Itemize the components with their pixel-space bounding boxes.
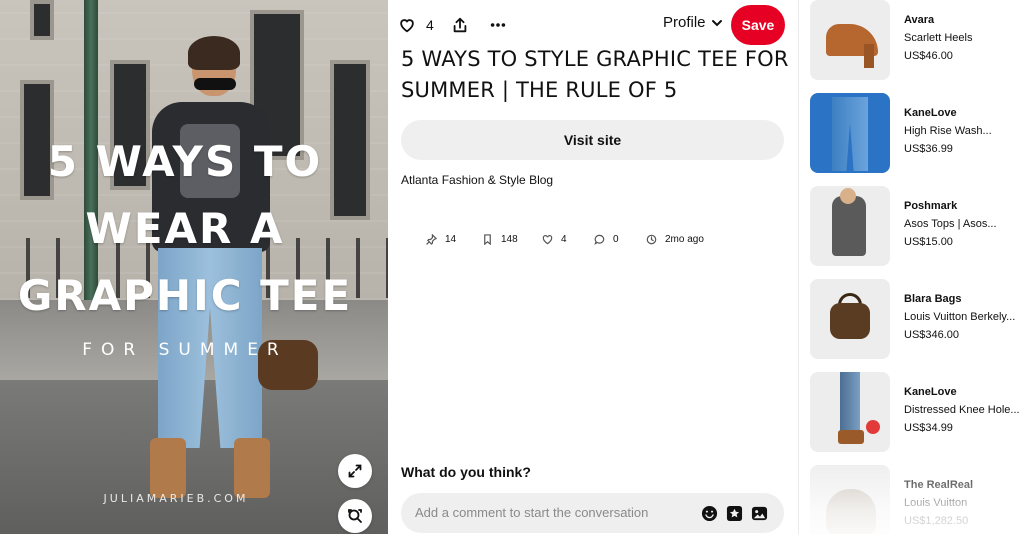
overlay-credit: JULIAMARIEB.COM (103, 492, 249, 505)
profile-label: Profile (663, 14, 706, 31)
share-icon (453, 17, 467, 33)
stat-comments-value: 0 (613, 234, 619, 245)
jeans-legs-shape (840, 372, 860, 434)
save-button[interactable]: Save (731, 5, 785, 45)
red-ball-shape (866, 420, 880, 434)
sunglasses (194, 78, 236, 90)
overlay-title-line: 5 WAYS TO (47, 137, 323, 186)
hobo-bag-shape (826, 489, 876, 534)
product-card[interactable]: KaneLove High Rise Wash... US$36.99 (808, 93, 1024, 175)
product-name: Louis Vuitton (904, 497, 968, 509)
stat-age-value: 2mo ago (665, 234, 704, 245)
more-options-button[interactable] (489, 12, 507, 38)
share-button[interactable] (451, 12, 469, 38)
product-name: High Rise Wash... (904, 125, 992, 137)
pin-title: 5 WAYS TO STYLE GRAPHIC TEE FOR SUMMER |… (401, 47, 789, 102)
comment-icon (594, 234, 605, 245)
stat-pins: 14 (426, 234, 456, 245)
stat-saves: 148 (482, 234, 518, 245)
overlay-title-line: WEAR A (85, 204, 285, 253)
overlay-title: 5 WAYS TO WEAR A GRAPHIC TEE (0, 128, 370, 329)
expand-arrows-icon (348, 464, 362, 478)
product-card[interactable]: Blara Bags Louis Vuitton Berkely... US$3… (808, 279, 1024, 361)
like-button[interactable]: 4 (398, 12, 434, 38)
stat-comments: 0 (594, 234, 619, 245)
stat-likes: 4 (542, 234, 567, 245)
pin-closeup-page: 5 WAYS TO WEAR A GRAPHIC TEE FOR SUMMER … (0, 0, 1024, 534)
emoji-icon (701, 505, 717, 521)
product-card[interactable]: KaneLove Distressed Knee Hole... US$34.9… (808, 372, 1024, 454)
stat-pins-value: 14 (445, 234, 457, 245)
comment-input[interactable] (415, 505, 685, 520)
product-brand: Blara Bags (904, 293, 962, 305)
product-brand: KaneLove (904, 107, 957, 119)
model-hair (188, 36, 240, 70)
stat-saves-value: 148 (501, 234, 518, 245)
overlay-title-line: GRAPHIC TEE (17, 271, 353, 320)
image-upload-button[interactable] (749, 503, 769, 523)
profile-dropdown[interactable]: Profile (663, 14, 723, 31)
visual-search-button[interactable] (338, 499, 372, 533)
ellipsis-icon (490, 23, 506, 27)
heel-stem (864, 44, 874, 68)
product-thumbnail[interactable] (810, 279, 890, 359)
visit-site-button[interactable]: Visit site (401, 120, 784, 160)
panel-divider (798, 0, 799, 534)
bag-shape (830, 303, 870, 339)
product-brand: Poshmark (904, 200, 958, 212)
product-name: Scarlett Heels (904, 32, 973, 44)
product-card[interactable]: The RealReal Louis Vuitton US$1,282.50 (808, 465, 1024, 534)
comments-heading: What do you think? (401, 464, 531, 480)
clock-icon (646, 234, 657, 245)
model-head-shape (840, 188, 856, 204)
product-card[interactable]: Avara Scarlett Heels US$46.00 (808, 0, 1024, 82)
emoji-button[interactable] (699, 503, 719, 523)
chevron-down-icon (711, 19, 722, 26)
boots-shape (838, 430, 864, 444)
sticker-button[interactable] (724, 503, 744, 523)
heel-right (234, 438, 270, 498)
pin-icon (426, 234, 437, 245)
product-price: US$36.99 (904, 143, 953, 155)
pin-details-panel: 4 Profile Save 5 WAYS TO STYLE GRAPHIC T (388, 0, 798, 534)
product-price: US$46.00 (904, 50, 953, 62)
visual-search-icon (348, 509, 362, 523)
pin-image[interactable]: 5 WAYS TO WEAR A GRAPHIC TEE FOR SUMMER … (0, 0, 388, 534)
pin-stats: 14 148 4 0 2mo ago (426, 234, 756, 250)
product-price: US$346.00 (904, 329, 960, 341)
product-thumbnail[interactable] (810, 465, 890, 534)
product-name: Distressed Knee Hole... (904, 404, 1020, 416)
product-thumbnail[interactable] (810, 186, 890, 266)
stat-age: 2mo ago (646, 234, 704, 245)
top-shape (832, 196, 866, 256)
product-thumbnail[interactable] (810, 93, 890, 173)
product-brand: The RealReal (904, 479, 974, 491)
product-card[interactable]: Poshmark Asos Tops | Asos... US$15.00 (808, 186, 1024, 268)
image-icon (751, 506, 767, 520)
action-bar: 4 Profile Save (388, 0, 798, 50)
comment-box (401, 493, 784, 533)
like-count: 4 (426, 17, 434, 33)
product-name: Asos Tops | Asos... (904, 218, 997, 230)
stat-likes-value: 4 (561, 234, 567, 245)
heart-icon (542, 235, 553, 245)
sticker-star-icon (726, 505, 742, 521)
shop-the-look-list: Avara Scarlett Heels US$46.00 KaneLove H… (808, 0, 1024, 534)
product-name: Louis Vuitton Berkely... (904, 311, 1016, 323)
product-brand: Avara (904, 14, 935, 26)
product-price: US$15.00 (904, 236, 953, 248)
product-thumbnail[interactable] (810, 372, 890, 452)
overlay-subtitle: FOR SUMMER (82, 340, 288, 360)
product-brand: KaneLove (904, 386, 957, 398)
heart-icon (400, 19, 414, 33)
saves-icon (484, 234, 491, 245)
expand-button[interactable] (338, 454, 372, 488)
heel-left (150, 438, 186, 498)
product-price: US$34.99 (904, 422, 953, 434)
product-price: US$1,282.50 (904, 515, 969, 527)
building-window (30, 0, 54, 40)
source-link[interactable]: Atlanta Fashion & Style Blog (401, 173, 553, 187)
product-thumbnail[interactable] (810, 0, 890, 80)
